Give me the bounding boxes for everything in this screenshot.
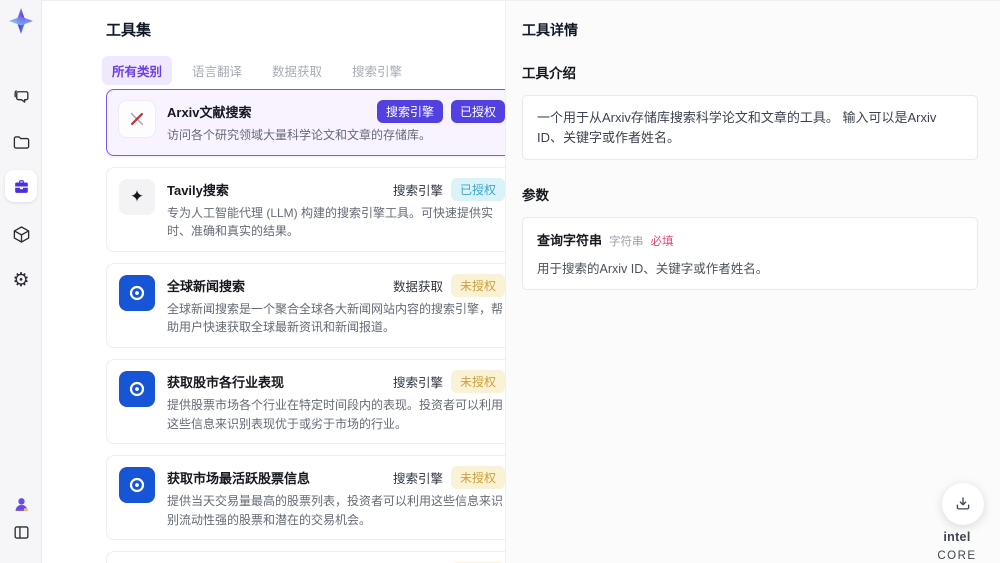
toolbox-icon [14,179,28,193]
intro-text: 一个用于从Arxiv存储库搜索科学论文和文章的工具。 输入可以是Arxiv ID… [537,110,937,145]
tool-description: 访问各个研究领域大量科学论文和文章的存储库。 [167,128,432,142]
tool-name: Tavily搜索 [167,182,229,198]
status-badge: 已授权 [450,100,505,123]
tool-list-panel: 工具集 所有类别 语言翻译 数据获取 搜索引擎 Arxiv文献搜索 搜索引擎 已… [42,0,529,563]
param-description: 用于搜索的Arxiv ID、关键字或作者姓名。 [537,262,769,276]
sidebar-item-collapse-panel[interactable] [9,520,33,544]
news-globe-icon [119,274,155,311]
app-sidebar: ⚙ [0,0,42,563]
param-box: 查询字符串 字符串 必填 用于搜索的Arxiv ID、关键字或作者姓名。 [522,217,978,290]
category-badge: 搜索引擎 [376,100,443,123]
tool-name: 全球新闻搜索 [167,278,246,294]
tool-card-regional-news[interactable]: 万维地区新闻查询 搜索引擎 未授权 查询具体行政区划内的新闻，快速了解各地新闻动 [106,551,518,563]
status-badge: 未授权 [450,466,505,490]
tool-card-sector-performance[interactable]: 获取股市各行业表现 搜索引擎 未授权 提供股票市场各个行业在特定时间段内的表现。… [106,358,518,445]
sidebar-item-packages[interactable] [9,222,33,246]
param-required-flag: 必填 [650,236,674,248]
status-badge: 已授权 [450,177,505,201]
page-title: 工具集 [106,22,152,39]
tool-card-global-news[interactable]: 全球新闻搜索 数据获取 未授权 全球新闻搜索是一个聚合全球各大新闻网站内容的搜索… [106,262,518,348]
detail-title: 工具详情 [522,22,578,38]
tool-card-arxiv[interactable]: Arxiv文献搜索 搜索引擎 已授权 访问各个研究领域大量科学论文和文章的存储库… [106,89,518,156]
intel-core-logo: intel CORE [922,528,992,563]
tool-name: 获取股市各行业表现 [167,374,285,390]
package-icon [13,225,29,243]
status-badge: 未授权 [450,273,505,297]
market-data-icon [119,467,155,504]
sidebar-item-account[interactable] [9,492,33,516]
settings-gear-icon: ⚙ [12,269,30,291]
status-badge: 未授权 [450,369,505,393]
download-button[interactable] [942,483,984,525]
tab-data-fetch[interactable]: 数据获取 [262,56,332,85]
sidebar-item-files[interactable] [9,130,33,154]
param-name: 查询字符串 [537,233,603,248]
tool-description: 全球新闻搜索是一个聚合全球各大新闻网站内容的搜索引擎，帮助用户快速获取全球最新资… [167,301,504,335]
category-label: 数据获取 [392,279,443,294]
tab-all-categories[interactable]: 所有类别 [102,56,173,85]
tool-description: 提供股票市场各个行业在特定时间段内的表现。投资者可以利用这些信息来识别表现优于或… [167,397,504,431]
collapse-panel-icon [13,525,29,539]
category-tabs: 所有类别 语言翻译 数据获取 搜索引擎 [102,56,412,85]
tab-search-engine[interactable]: 搜索引擎 [342,56,412,85]
tavily-star-icon: ✦ [119,178,155,215]
app-logo-star-icon[interactable] [7,7,35,35]
category-label: 搜索引擎 [392,183,443,198]
chat-icon [13,89,29,103]
arxiv-icon [119,101,155,137]
folder-icon [13,135,29,149]
tool-name: 获取市场最活跃股票信息 [167,471,311,487]
sidebar-item-chat[interactable] [9,84,33,108]
tool-name: Arxiv文献搜索 [167,105,252,120]
sidebar-item-settings[interactable]: ⚙ [9,268,33,292]
tool-card-tavily[interactable]: ✦ Tavily搜索 搜索引擎 已授权 专为人工智能代理 (LLM) 构建的搜索… [106,166,518,252]
category-label: 搜索引擎 [392,472,443,487]
tab-language-translation[interactable]: 语言翻译 [182,56,252,85]
market-data-icon [119,370,155,407]
category-label: 搜索引擎 [392,375,443,390]
user-avatar-icon [15,497,27,511]
tool-detail-panel: 工具详情 工具介绍 一个用于从Arxiv存储库搜索科学论文和文章的工具。 输入可… [505,0,1000,563]
sidebar-item-toolbox-active[interactable] [5,170,37,202]
brand-core-text: CORE [937,550,977,562]
tool-card-most-active-stocks[interactable]: 获取市场最活跃股票信息 搜索引擎 未授权 提供当天交易量最高的股票列表，投资者可… [106,455,518,541]
intro-heading: 工具介绍 [522,66,576,81]
params-heading: 参数 [522,188,549,203]
tool-card-list: Arxiv文献搜索 搜索引擎 已授权 访问各个研究领域大量科学论文和文章的存储库… [106,89,518,563]
download-tray-icon [956,497,970,510]
intro-box: 一个用于从Arxiv存储库搜索科学论文和文章的工具。 输入可以是Arxiv ID… [522,95,978,160]
param-type: 字符串 [609,236,644,248]
tool-description: 专为人工智能代理 (LLM) 构建的搜索引擎工具。可快速提供实时、准确和真实的结… [167,205,494,239]
brand-intel-text: intel [943,530,971,544]
tool-description: 提供当天交易量最高的股票列表，投资者可以利用这些信息来识别流动性强的股票和潜在的… [167,494,504,527]
